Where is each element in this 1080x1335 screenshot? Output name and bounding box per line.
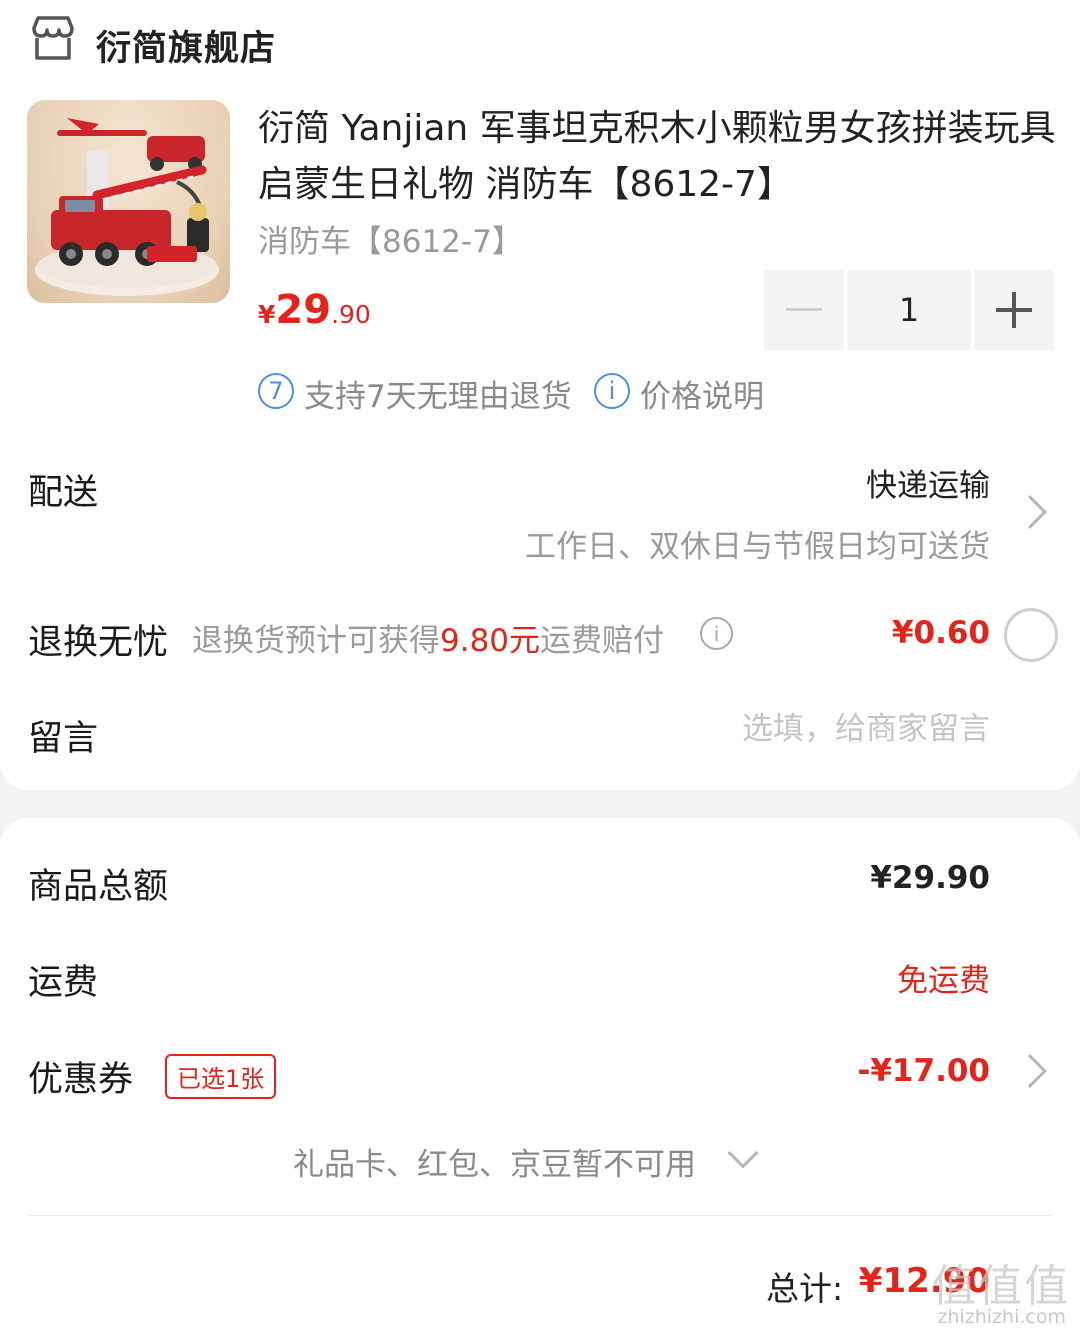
- shipping-label: 运费: [28, 963, 99, 1003]
- shipping-value: 免运费: [897, 963, 990, 999]
- return-insurance-radio[interactable]: [1004, 608, 1058, 662]
- minus-icon: [786, 308, 822, 311]
- coupon-selected-badge[interactable]: 已选1张: [165, 1054, 277, 1099]
- product-thumbnail[interactable]: [27, 100, 230, 303]
- info-icon[interactable]: i: [700, 617, 733, 650]
- gift-card-note[interactable]: 礼品卡、红包、京豆暂不可用: [293, 1139, 696, 1184]
- message-input[interactable]: [630, 711, 990, 747]
- product-price: ¥29.90: [258, 287, 371, 333]
- quantity-stepper: 1: [764, 270, 1054, 350]
- store-name[interactable]: 衍简旗舰店: [96, 20, 276, 71]
- decrease-button[interactable]: [764, 270, 844, 350]
- seven-day-return-icon: 7: [258, 373, 294, 409]
- price-info-icon[interactable]: i: [594, 373, 630, 409]
- watermark-url: zhizhizhi.com: [937, 1306, 1066, 1328]
- price-symbol: ¥: [258, 300, 276, 329]
- message-label: 留言: [28, 719, 99, 759]
- product-spec[interactable]: 消防车【8612-7】: [258, 216, 523, 261]
- coupon-label[interactable]: 优惠券: [28, 1051, 133, 1102]
- delivery-mode[interactable]: 快递运输: [866, 460, 990, 505]
- delivery-label: 配送: [28, 473, 99, 513]
- store-icon: [32, 16, 74, 60]
- return-insurance-label: 退换无忧: [28, 623, 169, 663]
- increase-button[interactable]: [974, 270, 1054, 350]
- order-item-card: 衍简旗舰店 衍简 Yanjian 军事坦克积木小颗粒男女孩拼装玩具启蒙生日礼物 …: [0, 0, 1080, 790]
- coupon-value[interactable]: -¥17.00: [858, 1053, 991, 1089]
- delivery-note[interactable]: 工作日、双休日与节假日均可送货: [525, 521, 990, 566]
- price-integer: 29: [275, 287, 332, 333]
- subtotal-value: ¥29.90: [870, 860, 990, 896]
- product-title[interactable]: 衍简 Yanjian 军事坦克积木小颗粒男女孩拼装玩具启蒙生日礼物 消防车【86…: [258, 101, 1058, 213]
- compensation-amount: 9.80元: [440, 623, 541, 659]
- return-insurance-price: ¥0.60: [891, 615, 990, 651]
- price-decimal: .90: [331, 300, 371, 329]
- watermark-text: 值值值: [932, 1261, 1070, 1312]
- product-image: [35, 118, 219, 296]
- seven-day-return-text[interactable]: 支持7天无理由退货: [304, 371, 572, 416]
- divider: [27, 1215, 1053, 1216]
- price-explanation-link[interactable]: 价格说明: [640, 371, 764, 416]
- return-insurance-desc: 退换货预计可获得9.80元运费赔付: [192, 623, 665, 659]
- subtotal-label: 商品总额: [28, 867, 169, 907]
- chevron-right-icon[interactable]: [1013, 495, 1047, 529]
- total-label: 总计:: [766, 1269, 844, 1308]
- quantity-value[interactable]: 1: [847, 270, 971, 350]
